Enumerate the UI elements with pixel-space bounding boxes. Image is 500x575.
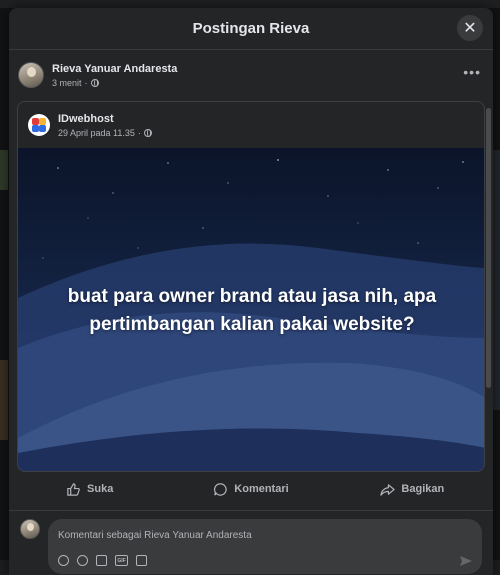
post-meta: 3 menit · <box>52 78 177 88</box>
shared-post-meta: 29 April pada 11.35 · <box>58 128 152 138</box>
like-icon <box>67 482 80 496</box>
sticker-icon[interactable] <box>136 555 147 566</box>
shared-post-time[interactable]: 29 April pada 11.35 <box>58 128 135 138</box>
page-logo[interactable] <box>28 114 50 136</box>
scrollbar[interactable] <box>486 108 491 388</box>
like-button[interactable]: Suka <box>9 482 170 497</box>
comment-label: Komentari <box>234 483 289 495</box>
camera-icon[interactable] <box>96 555 107 566</box>
close-button[interactable]: ✕ <box>457 15 483 41</box>
page-name[interactable]: IDwebhost <box>58 113 152 125</box>
comment-button[interactable]: Komentari <box>170 482 331 497</box>
commenter-avatar[interactable] <box>20 519 40 539</box>
share-label: Bagikan <box>401 483 445 495</box>
like-label: Suka <box>87 483 114 495</box>
shared-post-header: IDwebhost 29 April pada 11.35 · <box>18 102 484 148</box>
author-name[interactable]: Rieva Yanuar Andaresta <box>52 63 177 75</box>
image-caption: buat para owner brand atau jasa nih, apa… <box>67 286 437 335</box>
post-dialog: Postingan Rieva ✕ Rieva Yanuar Andaresta… <box>9 8 493 575</box>
post-header: Rieva Yanuar Andaresta 3 menit · ••• <box>9 50 493 92</box>
gif-icon[interactable]: GIF <box>115 555 128 566</box>
globe-icon <box>90 78 99 87</box>
post-image[interactable]: buat para owner brand atau jasa nih, apa… <box>18 148 484 471</box>
avatar-sticker-icon[interactable] <box>58 555 69 566</box>
comment-tools: GIF <box>58 555 147 566</box>
dialog-title: Postingan Rieva <box>192 20 310 37</box>
comment-box: GIF <box>48 519 482 574</box>
comment-input[interactable] <box>58 530 472 541</box>
close-icon: ✕ <box>463 20 477 37</box>
comment-composer: GIF <box>9 510 493 575</box>
comment-icon <box>214 482 227 496</box>
author-avatar[interactable] <box>18 62 44 88</box>
dialog-header: Postingan Rieva ✕ <box>9 8 493 50</box>
post-time[interactable]: 3 menit <box>52 78 82 88</box>
share-button[interactable]: Bagikan <box>332 482 493 497</box>
globe-icon <box>143 128 152 137</box>
shared-post: IDwebhost 29 April pada 11.35 · buat par… <box>17 101 485 472</box>
post-actions: Suka Komentari Bagikan <box>9 474 493 504</box>
share-icon <box>380 483 396 496</box>
send-icon[interactable] <box>460 556 472 566</box>
more-options-button[interactable]: ••• <box>463 64 481 80</box>
emoji-icon[interactable] <box>77 555 88 566</box>
